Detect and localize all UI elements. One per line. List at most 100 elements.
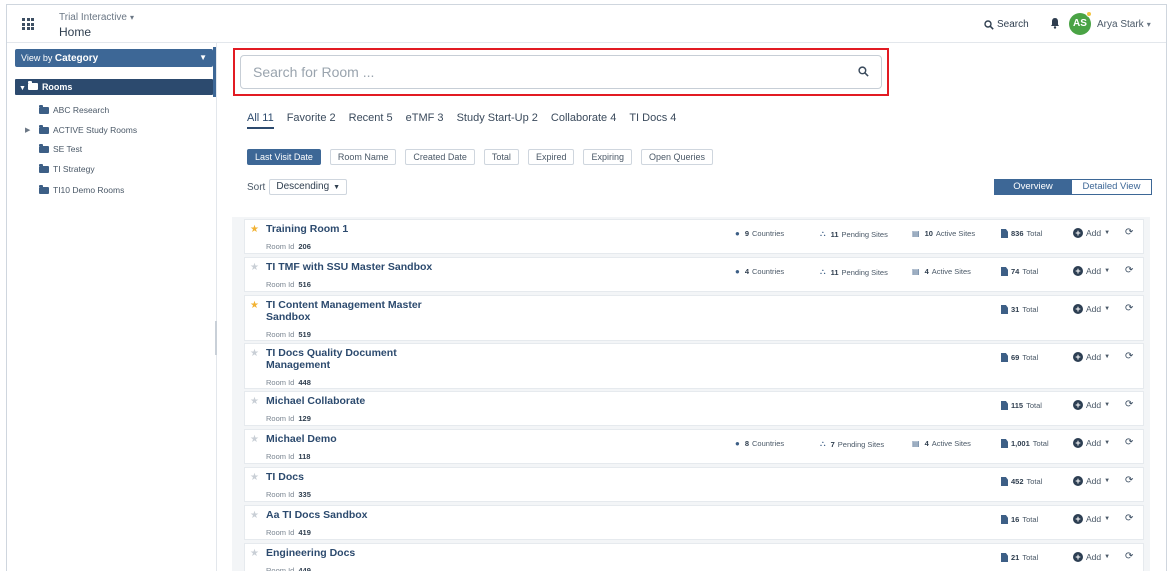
tree-root-rooms[interactable]: ▼ Rooms [15,79,213,95]
tab-room-filter[interactable]: eTMF 3 [406,112,444,129]
expand-arrow-icon[interactable]: ▼ [19,85,26,92]
tree-item-label: TI10 Demo Rooms [53,185,125,195]
refresh-icon[interactable]: ⟳ [1125,265,1133,276]
tab-room-filter[interactable]: All 11 [247,112,274,129]
room-title[interactable]: Michael Collaborate [266,395,566,407]
sort-by-button[interactable]: Room Name [329,149,397,165]
room-title[interactable]: TI Docs [266,471,566,483]
room-card[interactable]: ★ Michael Collaborate Room Id 129 115 Total + A… [244,391,1144,426]
refresh-icon[interactable]: ⟳ [1125,513,1133,524]
room-title[interactable]: TI Content Management Master Sandbox [266,299,456,323]
refresh-icon[interactable]: ⟳ [1125,551,1133,562]
favorite-star-icon[interactable]: ★ [250,548,259,559]
expand-arrow-icon[interactable]: ▶ [25,126,30,134]
refresh-icon[interactable]: ⟳ [1125,303,1133,314]
room-title[interactable]: TI TMF with SSU Master Sandbox [266,261,566,273]
sort-order-select[interactable]: Descending ▼ [269,179,348,195]
add-button[interactable]: + Add ▼ [1073,304,1110,314]
notifications-bell-icon[interactable] [1050,17,1060,29]
tab-room-filter[interactable]: Recent 5 [349,112,393,129]
plus-circle-icon: + [1073,400,1083,410]
search-icon[interactable] [858,66,869,77]
room-search-input[interactable] [241,56,841,88]
room-title[interactable]: Engineering Docs [266,547,566,559]
room-card[interactable]: ★ Aa TI Docs Sandbox Room Id 419 16 Total + Add… [244,505,1144,540]
add-button[interactable]: + Add ▼ [1073,228,1110,238]
add-button[interactable]: + Add ▼ [1073,266,1110,276]
room-title[interactable]: Michael Demo [266,433,566,445]
room-card[interactable]: ★ TI TMF with SSU Master Sandbox Room Id 51… [244,257,1144,292]
add-button[interactable]: + Add ▼ [1073,476,1110,486]
app-switcher[interactable]: Trial Interactive ▾ [59,12,134,23]
sort-by-button[interactable]: Last Visit Date [247,149,321,165]
sort-by-button[interactable]: Expired [527,149,575,165]
favorite-star-icon[interactable]: ★ [250,396,259,407]
room-card[interactable]: ★ TI Docs Room Id 335 452 Total + Add ▼ ⟳ [244,467,1144,502]
favorite-star-icon[interactable]: ★ [250,300,259,311]
global-search-button[interactable]: Search [984,19,1029,30]
favorite-star-icon[interactable]: ★ [250,434,259,445]
tab-room-filter[interactable]: Collaborate 4 [551,112,616,129]
sort-by-button[interactable]: Expiring [583,149,632,165]
sidebar-tree-item[interactable]: TI Strategy [39,163,95,174]
plus-circle-icon: + [1073,476,1083,486]
sort-by-button[interactable]: Total [483,149,519,165]
refresh-icon[interactable]: ⟳ [1125,437,1133,448]
favorite-star-icon[interactable]: ★ [250,224,259,235]
refresh-icon[interactable]: ⟳ [1125,475,1133,486]
room-list: ★ Training Room 1 Room Id 206 ● 9 Countries ⛬ 11… [232,217,1150,571]
refresh-icon[interactable]: ⟳ [1125,351,1133,362]
room-card[interactable]: ★ TI Content Management Master Sandbox Roo… [244,295,1144,341]
room-title[interactable]: TI Docs Quality Document Management [266,347,456,371]
add-button[interactable]: + Add ▼ [1073,438,1110,448]
view-by-dropdown[interactable]: View by Category ▼ [15,49,213,67]
favorite-star-icon[interactable]: ★ [250,262,259,273]
sidebar-tree-item[interactable]: TI10 Demo Rooms [39,184,125,195]
sort-label: Sort [247,181,266,193]
overview-button[interactable]: Overview [994,179,1072,195]
favorite-star-icon[interactable]: ★ [250,472,259,483]
tab-room-filter[interactable]: Favorite 2 [287,112,336,129]
refresh-icon[interactable]: ⟳ [1125,399,1133,410]
countries-label: Countries [752,439,785,448]
sort-by-button[interactable]: Open Queries [640,149,713,165]
add-button[interactable]: + Add ▼ [1073,400,1110,410]
chevron-down-icon: ▼ [1104,354,1111,360]
room-card[interactable]: ★ Engineering Docs Room Id 449 21 Total + Add ▼ ⟳ [244,543,1144,571]
user-menu[interactable]: Arya Stark ▾ [1097,19,1151,30]
room-title[interactable]: Training Room 1 [266,223,566,235]
room-id-value: 516 [298,280,311,289]
add-button[interactable]: + Add ▼ [1073,514,1110,524]
room-card[interactable]: ★ Training Room 1 Room Id 206 ● 9 Countries ⛬ 11… [244,219,1144,254]
room-id: Room Id 449 [266,566,311,571]
favorite-star-icon[interactable]: ★ [250,348,259,359]
sidebar-tree-item[interactable]: SE Test [39,143,83,154]
add-label: Add [1086,400,1102,410]
sidebar-tree-item[interactable]: ABC Research [39,104,110,115]
room-title[interactable]: Aa TI Docs Sandbox [266,509,566,521]
detailed-view-button[interactable]: Detailed View [1072,179,1152,195]
tab-room-filter[interactable]: Study Start-Up 2 [457,112,538,129]
add-button[interactable]: + Add ▼ [1073,552,1110,562]
main-content: All 11 Favorite 2 Recent 5 eTMF 3 Study Star… [218,43,1166,571]
total-count: 69 [1011,353,1020,362]
favorite-star-icon[interactable]: ★ [250,510,259,521]
pending-sites-count: 7 [830,439,835,449]
sites-hierarchy-icon: ⛬ [820,439,826,448]
sort-by-button[interactable]: Created Date [405,149,475,165]
add-button[interactable]: + Add ▼ [1073,352,1110,362]
app-launcher-icon[interactable] [22,18,34,30]
tab-room-filter[interactable]: TI Docs 4 [629,112,676,129]
sidebar-resize-handle[interactable] [215,321,217,355]
pending-sites-label: Pending Sites [837,439,885,449]
tree-item-label: ABC Research [53,105,110,115]
room-id-label: Room Id [266,490,295,499]
room-card[interactable]: ★ Michael Demo Room Id 118 ● 8 Countries ⛬ 7 Pend… [244,429,1144,464]
room-card[interactable]: ★ TI Docs Quality Document Management Room… [244,343,1144,389]
plus-circle-icon: + [1073,228,1083,238]
room-id-value: 449 [298,566,311,571]
refresh-icon[interactable]: ⟳ [1125,227,1133,238]
sidebar-tree-item[interactable]: ACTIVE Study Rooms [39,124,137,135]
clipboard-icon: ▤ [912,439,920,448]
tree-item-label: SE Test [53,144,83,154]
